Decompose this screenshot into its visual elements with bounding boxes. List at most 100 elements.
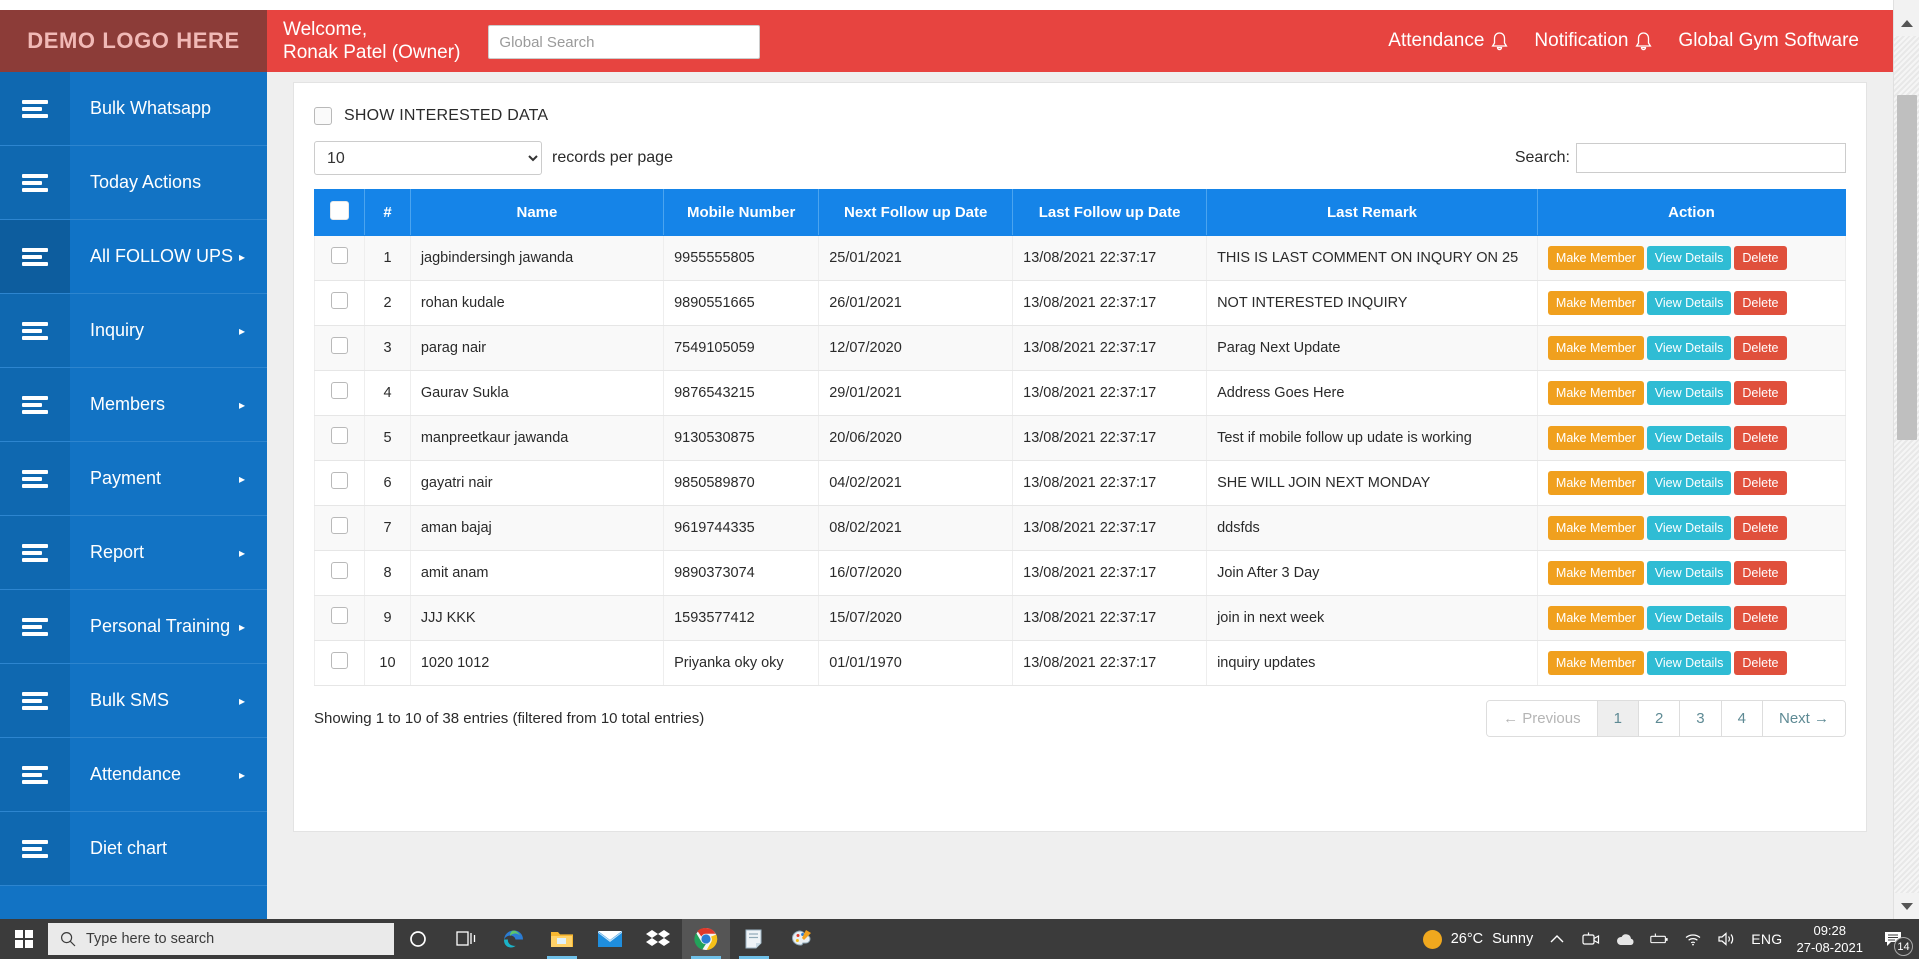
start-button[interactable] [0, 919, 48, 959]
row-checkbox[interactable] [331, 652, 348, 669]
view-details-button[interactable]: View Details [1647, 561, 1732, 585]
sidebar-item-payment[interactable]: Payment▸ [0, 442, 267, 516]
sidebar-item-attendance[interactable]: Attendance▸ [0, 738, 267, 812]
battery-icon[interactable] [1649, 932, 1669, 946]
scroll-down-arrow-icon[interactable] [1894, 893, 1919, 919]
cortana-icon[interactable] [394, 919, 442, 959]
make-member-button[interactable]: Make Member [1548, 516, 1644, 540]
make-member-button[interactable]: Make Member [1548, 471, 1644, 495]
logo-text: DEMO LOGO HERE [27, 28, 240, 54]
weather-widget[interactable]: 26°C Sunny [1423, 930, 1534, 949]
pagination-page-4[interactable]: 4 [1722, 701, 1763, 736]
delete-button[interactable]: Delete [1734, 381, 1786, 405]
volume-icon[interactable] [1717, 932, 1737, 946]
row-checkbox[interactable] [331, 382, 348, 399]
task-view-icon[interactable] [442, 919, 490, 959]
row-checkbox[interactable] [331, 337, 348, 354]
make-member-button[interactable]: Make Member [1548, 246, 1644, 270]
scroll-up-arrow-icon[interactable] [1894, 10, 1919, 36]
col-action[interactable]: Action [1537, 190, 1845, 236]
sidebar-item-bulk-whatsapp[interactable]: Bulk Whatsapp [0, 72, 267, 146]
make-member-button[interactable]: Make Member [1548, 426, 1644, 450]
edge-icon[interactable] [490, 919, 538, 959]
delete-button[interactable]: Delete [1734, 606, 1786, 630]
view-details-button[interactable]: View Details [1647, 651, 1732, 675]
sidebar-item-diet-chart[interactable]: Diet chart [0, 812, 267, 886]
view-details-button[interactable]: View Details [1647, 381, 1732, 405]
wifi-icon[interactable] [1683, 932, 1703, 946]
taskbar-clock[interactable]: 09:28 27-08-2021 [1797, 922, 1864, 956]
logo-container[interactable]: DEMO LOGO HERE [0, 10, 267, 72]
chrome-icon[interactable] [682, 919, 730, 959]
view-details-button[interactable]: View Details [1647, 246, 1732, 270]
delete-button[interactable]: Delete [1734, 651, 1786, 675]
view-details-button[interactable]: View Details [1647, 516, 1732, 540]
onedrive-icon[interactable] [1615, 933, 1635, 946]
row-checkbox[interactable] [331, 607, 348, 624]
make-member-button[interactable]: Make Member [1548, 606, 1644, 630]
sidebar-item-all-follow-ups[interactable]: All FOLLOW UPS▸ [0, 220, 267, 294]
show-hidden-icons-chevron-icon[interactable] [1547, 934, 1567, 944]
records-per-page-select[interactable]: 102550100 [314, 141, 542, 175]
paint-icon[interactable] [778, 919, 826, 959]
sidebar-item-members[interactable]: Members▸ [0, 368, 267, 442]
row-checkbox[interactable] [331, 427, 348, 444]
show-interested-checkbox[interactable] [314, 107, 332, 125]
global-search-input[interactable] [488, 25, 760, 59]
view-details-button[interactable]: View Details [1647, 471, 1732, 495]
make-member-button[interactable]: Make Member [1548, 381, 1644, 405]
row-index: 1 [365, 236, 411, 281]
sidebar-item-report[interactable]: Report▸ [0, 516, 267, 590]
page-scrollbar[interactable] [1893, 0, 1919, 919]
col-last-followup[interactable]: Last Follow up Date [1013, 190, 1207, 236]
col-last-remark[interactable]: Last Remark [1207, 190, 1538, 236]
delete-button[interactable]: Delete [1734, 426, 1786, 450]
camera-icon[interactable] [1581, 932, 1601, 946]
sticky-notes-icon[interactable] [730, 919, 778, 959]
row-checkbox[interactable] [331, 472, 348, 489]
delete-button[interactable]: Delete [1734, 336, 1786, 360]
col-name[interactable]: Name [410, 190, 663, 236]
pagination-page-3[interactable]: 3 [1680, 701, 1721, 736]
make-member-button[interactable]: Make Member [1548, 651, 1644, 675]
taskbar-search-box[interactable]: Type here to search [48, 923, 394, 955]
make-member-button[interactable]: Make Member [1548, 336, 1644, 360]
delete-button[interactable]: Delete [1734, 516, 1786, 540]
attendance-link[interactable]: Attendance [1388, 30, 1508, 52]
delete-button[interactable]: Delete [1734, 246, 1786, 270]
language-indicator[interactable]: ENG [1751, 931, 1782, 947]
row-checkbox[interactable] [331, 247, 348, 264]
pagination-previous[interactable]: ← Previous [1487, 701, 1598, 736]
sidebar-item-inquiry[interactable]: Inquiry▸ [0, 294, 267, 368]
sidebar-item-personal-training[interactable]: Personal Training▸ [0, 590, 267, 664]
sidebar-item-today-actions[interactable]: Today Actions [0, 146, 267, 220]
col-mobile[interactable]: Mobile Number [664, 190, 819, 236]
brand-name[interactable]: Global Gym Software [1678, 30, 1859, 52]
row-checkbox[interactable] [331, 517, 348, 534]
row-checkbox[interactable] [331, 562, 348, 579]
view-details-button[interactable]: View Details [1647, 606, 1732, 630]
notification-link[interactable]: Notification [1534, 30, 1652, 52]
delete-button[interactable]: Delete [1734, 471, 1786, 495]
table-search-input[interactable] [1576, 143, 1846, 173]
pagination-page-2[interactable]: 2 [1639, 701, 1680, 736]
pagination-page-1[interactable]: 1 [1598, 701, 1639, 736]
make-member-button[interactable]: Make Member [1548, 291, 1644, 315]
dropbox-icon[interactable] [634, 919, 682, 959]
mail-icon[interactable] [586, 919, 634, 959]
action-center-button[interactable]: 14 [1877, 924, 1911, 954]
sidebar-item-bulk-sms[interactable]: Bulk SMS▸ [0, 664, 267, 738]
row-checkbox[interactable] [331, 292, 348, 309]
col-index[interactable]: # [365, 190, 411, 236]
view-details-button[interactable]: View Details [1647, 426, 1732, 450]
col-next-followup[interactable]: Next Follow up Date [819, 190, 1013, 236]
pagination-next[interactable]: Next → [1763, 701, 1845, 736]
scrollbar-thumb[interactable] [1897, 95, 1917, 440]
view-details-button[interactable]: View Details [1647, 291, 1732, 315]
delete-button[interactable]: Delete [1734, 561, 1786, 585]
make-member-button[interactable]: Make Member [1548, 561, 1644, 585]
file-explorer-icon[interactable] [538, 919, 586, 959]
select-all-checkbox[interactable] [330, 201, 349, 220]
view-details-button[interactable]: View Details [1647, 336, 1732, 360]
delete-button[interactable]: Delete [1734, 291, 1786, 315]
